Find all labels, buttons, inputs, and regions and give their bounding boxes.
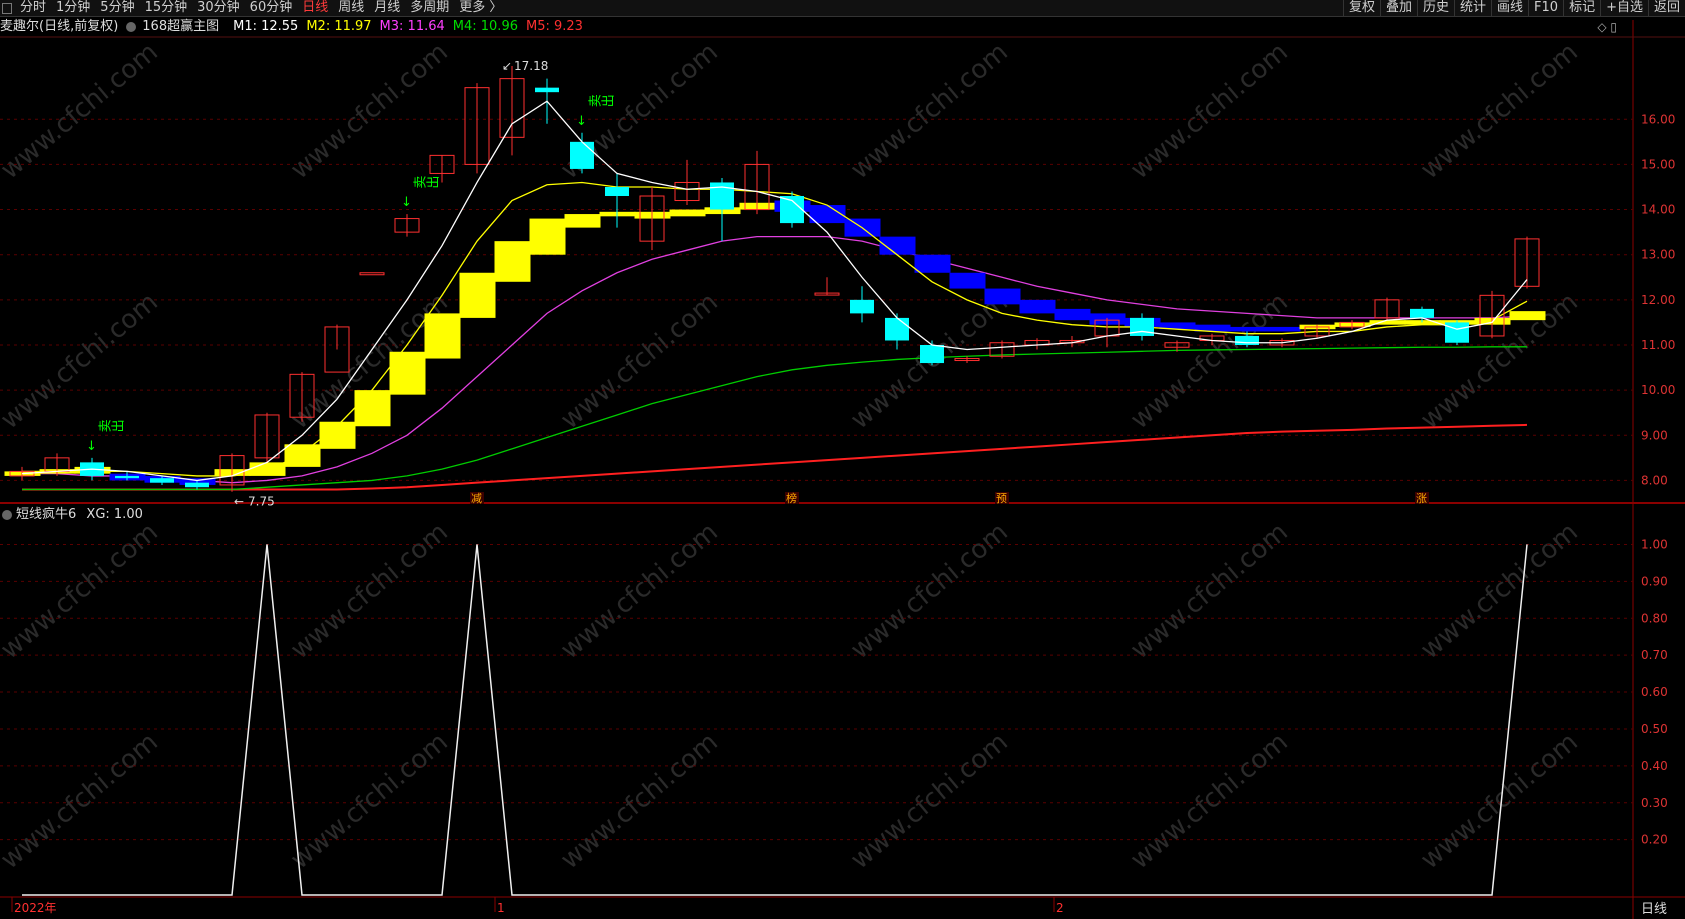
candle-body-down (535, 87, 559, 93)
watermark-text-15: www.cfchi.com (845, 517, 1014, 665)
ma1-line (21, 100, 1528, 482)
watermark-text-8: www.cfchi.com (555, 287, 724, 435)
candle-body-down (920, 344, 944, 364)
sub-axis-label-8: 0.20 (1641, 833, 1668, 847)
ma4-line (22, 346, 1527, 491)
bottom-mark-0: 减 (471, 492, 482, 505)
ribbon-block (494, 241, 531, 282)
chart-canvas[interactable]: www.cfchi.com www.cfchi.com www.cfchi.com w… (0, 0, 1685, 919)
watermark-text-11: www.cfchi.com (1415, 287, 1584, 435)
sub-axis-label-5: 0.50 (1641, 722, 1668, 736)
ribbon-block (1229, 326, 1266, 332)
watermark-text-13: www.cfchi.com (285, 517, 454, 665)
ribbon-block (949, 272, 986, 289)
watermark-text-3: www.cfchi.com (845, 37, 1014, 185)
ma3-line (22, 235, 1528, 484)
watermark-text-18: www.cfchi.com (0, 727, 164, 875)
watermark-text-6: www.cfchi.com (0, 287, 164, 435)
period-label[interactable]: 日线 (1641, 901, 1667, 919)
bottom-mark-3: 涨 (1416, 492, 1427, 505)
main-axis-label-7: 9.00 (1641, 428, 1668, 442)
candle-body-down (1130, 317, 1154, 336)
watermark-text-19: www.cfchi.com (285, 727, 454, 875)
watermark-text-14: www.cfchi.com (555, 517, 724, 665)
ma5-line (22, 423, 1528, 491)
bottom-mark-1: 榜 (786, 491, 797, 505)
sub-axis-label-1: 0.90 (1641, 574, 1668, 588)
ribbon-block (459, 272, 496, 318)
ribbon-block (354, 390, 391, 427)
sub-axis-label-4: 0.60 (1641, 685, 1668, 699)
sub-axis-label-0: 1.00 (1641, 537, 1668, 551)
sell-marker-0: 卖出 (98, 420, 124, 436)
candle-body-down (1445, 322, 1469, 343)
high-label: 17.18 (514, 59, 548, 73)
candle-body-down (185, 482, 209, 488)
ribbon-block (424, 313, 461, 359)
main-axis-label-3: 13.00 (1641, 248, 1675, 262)
high-arrow-icon: ↙ (502, 59, 512, 73)
watermark-text-16: www.cfchi.com (1125, 517, 1294, 665)
sub-axis-label-2: 0.80 (1641, 611, 1668, 625)
watermark-text-0: www.cfchi.com (0, 37, 164, 185)
time-label-1: 1 (497, 901, 505, 915)
candle-body-down (150, 478, 174, 483)
watermark-text-22: www.cfchi.com (1125, 727, 1294, 875)
watermark-text-5: www.cfchi.com (1415, 37, 1584, 185)
candle-body-down (1235, 335, 1259, 345)
main-axis-label-2: 14.00 (1641, 203, 1675, 217)
watermark-text-20: www.cfchi.com (555, 727, 724, 875)
candle-body-down (570, 141, 594, 169)
ribbon-block (564, 214, 601, 228)
candle-body-down (885, 317, 909, 341)
candle-body-down (605, 186, 629, 197)
xg-signal-line (22, 544, 1528, 896)
watermark-text-4: www.cfchi.com (1125, 37, 1294, 185)
ribbon-block (984, 288, 1021, 305)
low-arrow-icon: ← (234, 495, 244, 509)
ribbon-block (1509, 311, 1546, 321)
sub-axis-label-6: 0.40 (1641, 759, 1668, 773)
watermark-text-12: www.cfchi.com (0, 517, 164, 665)
sell-arrow-icon: ↓ (86, 439, 97, 454)
watermark-text-23: www.cfchi.com (1415, 727, 1584, 875)
sell-arrow-icon: ↓ (576, 114, 587, 129)
watermark-text-10: www.cfchi.com (1125, 287, 1294, 435)
time-label-2: 2 (1056, 901, 1064, 915)
candle-body-down (850, 299, 874, 314)
ribbon-block (1054, 308, 1091, 321)
ribbon-block (529, 218, 566, 255)
main-axis-label-4: 12.00 (1641, 293, 1675, 307)
candle-body-down (115, 475, 139, 479)
sell-marker-2: 卖出 (588, 95, 614, 111)
sell-marker-1: 卖出 (413, 176, 439, 192)
main-axis-label-5: 11.00 (1641, 338, 1675, 352)
low-label: 7.75 (248, 495, 275, 509)
watermark-text-17: www.cfchi.com (1415, 517, 1584, 665)
main-axis-label-1: 15.00 (1641, 157, 1675, 171)
ribbon-block (389, 351, 426, 395)
main-axis-label-6: 10.00 (1641, 383, 1675, 397)
main-axis-label-8: 8.00 (1641, 473, 1668, 487)
candle-body-down (1410, 308, 1434, 318)
sell-arrow-icon: ↓ (401, 195, 412, 210)
main-axis-label-0: 16.00 (1641, 112, 1675, 126)
stock-chart-app: { "toolbar": { "periods": ["分时","1分钟","5… (0, 0, 1685, 919)
sub-axis-label-3: 0.70 (1641, 648, 1668, 662)
candle-body-up (359, 272, 385, 276)
time-label-0: 2022年 (14, 901, 57, 915)
bottom-mark-2: 预 (996, 492, 1007, 505)
watermark-text-1: www.cfchi.com (285, 37, 454, 185)
ribbon-block (669, 209, 706, 217)
watermark-text-21: www.cfchi.com (845, 727, 1014, 875)
ribbon-block (1019, 299, 1056, 314)
ribbon-block (1264, 326, 1301, 332)
ribbon-block (914, 254, 951, 273)
ribbon-block (284, 444, 321, 467)
sub-axis-label-7: 0.30 (1641, 796, 1668, 810)
